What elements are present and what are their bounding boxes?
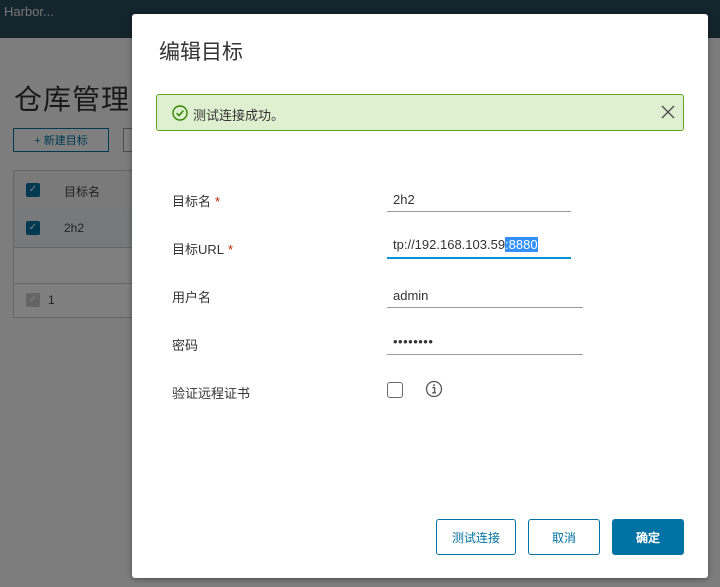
url-value: tp://192.168.103.59:8880 (393, 237, 538, 252)
password-label: 密码 (172, 338, 199, 353)
ok-button[interactable]: 确定 (612, 519, 684, 555)
url-label: 目标URL * (172, 239, 233, 258)
test-connection-button[interactable]: 测试连接 (436, 519, 516, 555)
name-label: 目标名 * (172, 191, 220, 210)
verify-cert-label: 验证远程证书 (172, 386, 251, 401)
username-input[interactable] (387, 284, 583, 308)
url-text-selected: :8880 (505, 237, 538, 252)
username-label: 用户名 (172, 290, 212, 305)
cancel-button[interactable]: 取消 (528, 519, 600, 555)
password-value: •••••••• (393, 334, 434, 349)
success-alert: 测试连接成功。 (156, 94, 684, 131)
name-label-text: 目标名 (172, 194, 212, 209)
verify-cert-checkbox[interactable] (387, 382, 403, 398)
edit-target-modal: 编辑目标 测试连接成功。 目标名* 目标URL* tp://192.168.10… (132, 14, 708, 578)
url-label-text: 目标URL (172, 242, 225, 257)
modal-title: 编辑目标 (159, 41, 243, 64)
name-input[interactable] (387, 188, 571, 212)
alert-message: 测试连接成功。 (193, 108, 285, 123)
info-icon[interactable] (425, 380, 443, 398)
close-icon (661, 105, 675, 119)
alert-close-button[interactable] (657, 101, 679, 123)
required-marker: * (228, 242, 234, 257)
check-circle-icon (172, 105, 188, 121)
required-marker: * (215, 194, 221, 209)
url-text-unselected: tp://192.168.103.59 (393, 237, 506, 252)
